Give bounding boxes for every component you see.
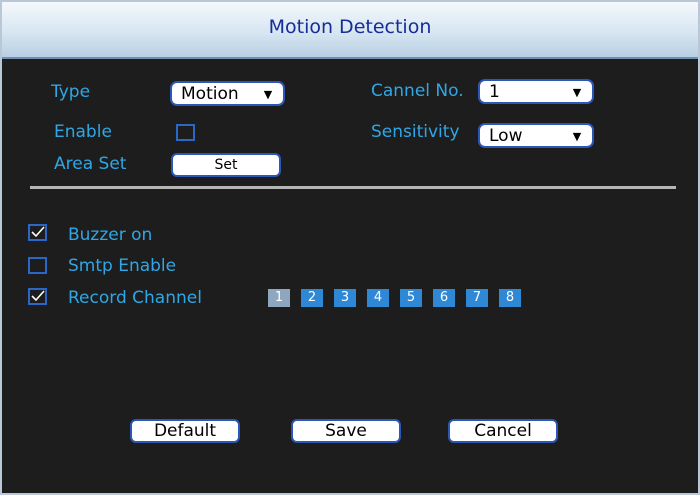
- channel-8-button[interactable]: 8: [499, 289, 521, 307]
- title-bar: Motion Detection: [2, 2, 698, 59]
- enable-checkbox[interactable]: [176, 124, 195, 141]
- enable-label: Enable: [54, 122, 112, 142]
- channel-select[interactable]: 1 ▼: [478, 79, 594, 104]
- smtp-label: Smtp Enable: [68, 256, 177, 276]
- section-divider: [30, 186, 676, 189]
- chevron-down-icon[interactable]: ▼: [565, 128, 589, 144]
- checkmark-icon: [31, 226, 45, 238]
- type-select-value: Motion: [181, 84, 239, 104]
- cancel-button[interactable]: Cancel: [448, 419, 558, 443]
- motion-detection-dialog: Motion Detection Type Motion ▼ Cannel No…: [0, 0, 700, 495]
- default-button[interactable]: Default: [130, 419, 240, 443]
- channel-label: Cannel No.: [371, 81, 464, 101]
- record-channel-label: Record Channel: [68, 288, 202, 308]
- area-set-label: Area Set: [54, 154, 127, 174]
- window-title: Motion Detection: [268, 16, 432, 38]
- channel-1-button[interactable]: 1: [268, 289, 290, 307]
- buzzer-label: Buzzer on: [68, 225, 153, 245]
- channel-6-button[interactable]: 6: [433, 289, 455, 307]
- sensitivity-label: Sensitivity: [371, 122, 460, 142]
- buzzer-checkbox[interactable]: [28, 224, 47, 241]
- channel-7-button[interactable]: 7: [466, 289, 488, 307]
- save-button[interactable]: Save: [291, 419, 401, 443]
- smtp-checkbox[interactable]: [28, 257, 47, 274]
- area-set-button[interactable]: Set: [171, 153, 281, 177]
- sensitivity-select[interactable]: Low ▼: [478, 123, 594, 148]
- type-select[interactable]: Motion ▼: [170, 81, 285, 106]
- channel-select-value: 1: [489, 82, 500, 102]
- channel-3-button[interactable]: 3: [334, 289, 356, 307]
- record-channel-checkbox[interactable]: [28, 288, 47, 305]
- channel-4-button[interactable]: 4: [367, 289, 389, 307]
- sensitivity-select-value: Low: [489, 126, 523, 146]
- channel-5-button[interactable]: 5: [400, 289, 422, 307]
- chevron-down-icon[interactable]: ▼: [565, 84, 589, 100]
- chevron-down-icon[interactable]: ▼: [256, 86, 280, 102]
- channel-2-button[interactable]: 2: [301, 289, 323, 307]
- checkmark-icon: [31, 290, 45, 302]
- type-label: Type: [51, 82, 91, 102]
